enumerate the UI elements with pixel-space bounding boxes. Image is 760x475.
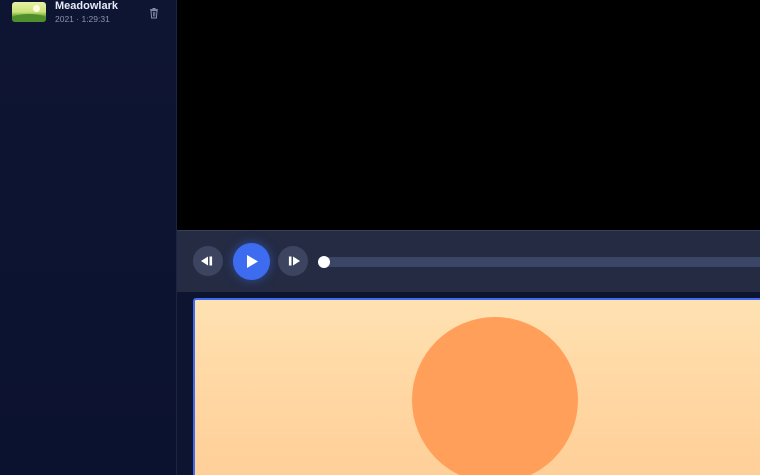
skip-forward-button[interactable] — [278, 246, 308, 276]
media-player-app: Meadowlark 2021 · 1:29:31 — [0, 0, 760, 475]
skip-back-icon — [201, 256, 213, 266]
skip-forward-icon — [288, 256, 300, 266]
video-stage[interactable] — [177, 0, 760, 230]
sun-artwork-icon — [412, 317, 578, 475]
play-icon — [247, 255, 258, 268]
library-item-title: Meadowlark — [55, 0, 118, 12]
artwork-card[interactable] — [193, 298, 760, 475]
content-area — [177, 292, 760, 475]
library-sidebar: Meadowlark 2021 · 1:29:31 — [0, 0, 177, 475]
meadow-thumbnail-icon — [12, 2, 46, 22]
trash-icon[interactable] — [148, 6, 160, 19]
seek-thumb[interactable] — [318, 256, 330, 268]
seek-bar[interactable] — [324, 257, 760, 267]
player-controls — [177, 230, 760, 293]
library-item-meta: 2021 · 1:29:31 — [55, 14, 110, 24]
play-button[interactable] — [233, 243, 270, 280]
skip-back-button[interactable] — [193, 246, 223, 276]
thumbnail-sun — [33, 5, 40, 12]
thumbnail-hill — [12, 14, 46, 22]
library-item[interactable]: Meadowlark 2021 · 1:29:31 — [0, 0, 176, 30]
